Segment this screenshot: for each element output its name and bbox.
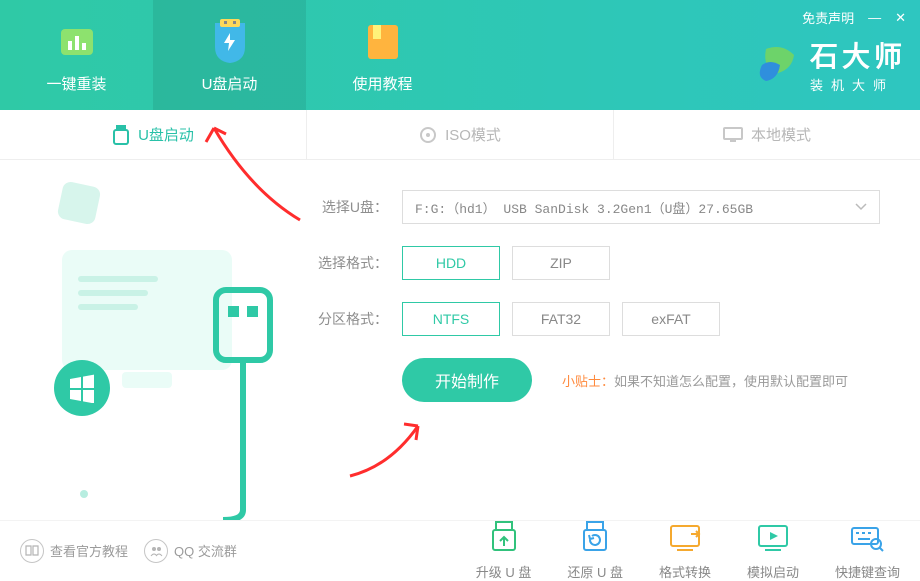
official-tutorial-link[interactable]: 查看官方教程 [20,539,128,563]
keyboard-search-icon [849,520,885,556]
illustration [0,160,300,520]
tab-tutorial[interactable]: 使用教程 [306,0,459,110]
tab-tutorial-label: 使用教程 [352,73,412,94]
partition-label: 分区格式： [310,309,388,329]
book-open-icon [20,539,44,563]
format-zip-option[interactable]: ZIP [512,246,610,280]
subtab-usb-label: U盘启动 [138,124,194,145]
convert-icon [667,520,703,556]
subtab-local-label: 本地模式 [751,124,811,145]
disclaimer-link[interactable]: 免责声明 [802,8,854,27]
simulate-icon [755,520,791,556]
usb-shield-icon [206,17,254,65]
format-hdd-option[interactable]: HDD [402,246,500,280]
brand-sub: 装机大师 [810,75,906,94]
people-icon [144,539,168,563]
tool-shortcut-lookup[interactable]: 快捷键查询 [835,520,900,581]
qq-group-link[interactable]: QQ 交流群 [144,539,237,563]
disc-icon [419,126,437,144]
start-button[interactable]: 开始制作 [402,358,532,402]
select-disk-value: F:G:（hd1） USB SanDisk 3.2Gen1（U盘）27.65GB [415,198,753,217]
chevron-down-icon [855,203,867,211]
usb-up-icon [486,520,522,556]
brand-logo-icon [756,43,800,87]
book-icon [359,17,407,65]
tool-format-convert[interactable]: 格式转换 [659,520,711,581]
select-format-label: 选择格式： [310,253,388,273]
tab-usb-boot[interactable]: U盘启动 [153,0,306,110]
tool-restore-usb[interactable]: 还原 U 盘 [567,520,623,581]
windows-logo-icon [54,360,110,416]
tab-reinstall-label: 一键重装 [46,73,106,94]
select-disk-dropdown[interactable]: F:G:（hd1） USB SanDisk 3.2Gen1（U盘）27.65GB [402,190,880,224]
usb-plug-icon [200,280,290,520]
header: 一键重装 U盘启动 使用教程 免责声明 — ✕ 石大师 装机大师 [0,0,920,110]
tip-text: 小贴士：如果不知道怎么配置，使用默认配置即可 [562,371,848,390]
select-disk-label: 选择U盘： [310,197,388,217]
tab-usb-label: U盘启动 [202,73,258,94]
partition-ntfs-option[interactable]: NTFS [402,302,500,336]
partition-fat32-option[interactable]: FAT32 [512,302,610,336]
bar-chart-icon [53,17,101,65]
subtab-iso-label: ISO模式 [445,124,501,145]
usb-icon [112,125,130,145]
subtab-usb[interactable]: U盘启动 [0,110,307,159]
minimize-button[interactable]: — [868,10,881,25]
monitor-icon [723,127,743,143]
tab-reinstall[interactable]: 一键重装 [0,0,153,110]
form-area: 选择U盘： F:G:（hd1） USB SanDisk 3.2Gen1（U盘）2… [300,160,920,520]
subtab-iso[interactable]: ISO模式 [307,110,614,159]
tool-simulate-boot[interactable]: 模拟启动 [747,520,799,581]
partition-exfat-option[interactable]: exFAT [622,302,720,336]
usb-restore-icon [577,520,613,556]
brand-name: 石大师 [810,35,906,75]
brand: 石大师 装机大师 [756,35,906,94]
close-button[interactable]: ✕ [895,10,906,26]
tool-upgrade-usb[interactable]: 升级 U 盘 [476,520,532,581]
footer: 查看官方教程 QQ 交流群 升级 U 盘 还原 U 盘 格式转换 模拟启动 快捷… [0,520,920,580]
subtab-local[interactable]: 本地模式 [614,110,920,159]
subtabs: U盘启动 ISO模式 本地模式 [0,110,920,160]
